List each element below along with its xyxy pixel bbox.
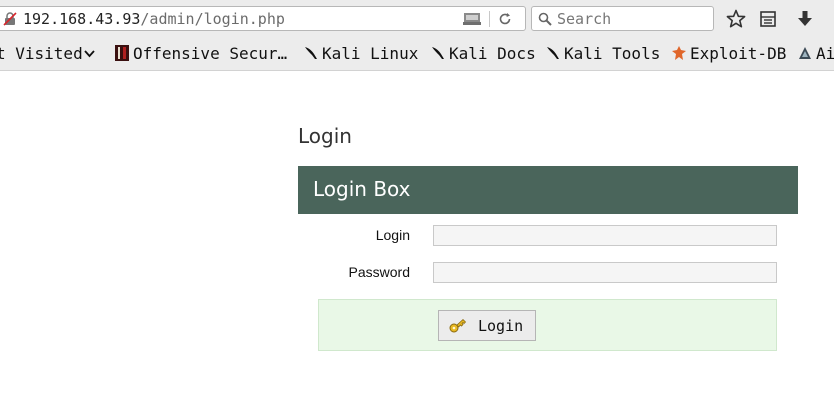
login-box-header: Login Box <box>298 166 798 214</box>
kali-dragon-icon <box>547 47 559 59</box>
login-button-label: Login <box>478 317 524 335</box>
exploit-db-icon <box>672 46 686 60</box>
page-title: Login <box>298 124 352 148</box>
kali-dragon-icon <box>305 47 317 59</box>
search-bar[interactable]: Search <box>531 6 714 31</box>
bookmark-kali-tools[interactable]: Kali Tools <box>545 44 660 64</box>
bookmark-exploit-db[interactable]: Exploit-DB <box>671 44 786 64</box>
bookmark-label: Kali Linux <box>322 44 419 63</box>
submit-area: Login <box>318 299 777 351</box>
url-text[interactable]: 192.168.43.93/admin/login.php <box>23 10 285 28</box>
bookmark-label: t Visited <box>0 44 83 63</box>
password-label: Password <box>348 264 410 280</box>
password-input[interactable] <box>433 262 777 283</box>
login-box-title: Login Box <box>313 177 411 201</box>
address-bar[interactable]: 192.168.43.93/admin/login.php <box>0 6 526 31</box>
bookmark-label: Kali Tools <box>564 44 661 63</box>
navigation-toolbar: 192.168.43.93/admin/login.php Search <box>0 0 834 38</box>
library-icon[interactable] <box>757 8 779 30</box>
bookmark-label: Offensive Secur… <box>133 44 288 63</box>
reload-icon[interactable] <box>497 11 513 27</box>
bookmark-aircrack[interactable]: Ai <box>797 44 834 64</box>
bookmark-offensive-security[interactable]: Offensive Secur… <box>114 44 287 64</box>
key-icon <box>449 318 467 333</box>
login-input[interactable] <box>433 225 777 246</box>
reader-view-icon[interactable] <box>463 12 481 26</box>
bookmark-label: Ai <box>816 44 834 63</box>
login-label: Login <box>375 227 410 243</box>
insecure-connection-icon[interactable] <box>3 12 17 26</box>
urlbar-separator <box>489 11 490 27</box>
bookmarks-toolbar: t Visited Offensive Secur… Kali Linux Ka… <box>0 38 834 71</box>
download-icon[interactable] <box>794 8 816 30</box>
chevron-down-icon <box>84 50 95 58</box>
kali-dragon-icon <box>432 47 444 59</box>
url-path: /admin/login.php <box>140 10 285 28</box>
bookmark-most-visited[interactable]: t Visited <box>0 44 95 64</box>
search-icon <box>538 12 552 26</box>
login-button[interactable]: Login <box>438 310 536 341</box>
search-placeholder: Search <box>557 10 612 28</box>
bookmark-label: Kali Docs <box>449 44 536 63</box>
bookmark-kali-linux[interactable]: Kali Linux <box>303 44 418 64</box>
url-host: 192.168.43.93 <box>23 10 141 28</box>
bookmark-kali-docs[interactable]: Kali Docs <box>430 44 536 64</box>
aircrack-icon <box>799 47 811 59</box>
bookmark-star-icon[interactable] <box>725 8 747 30</box>
bookmark-label: Exploit-DB <box>690 44 787 63</box>
offsec-logo-icon <box>115 45 129 61</box>
